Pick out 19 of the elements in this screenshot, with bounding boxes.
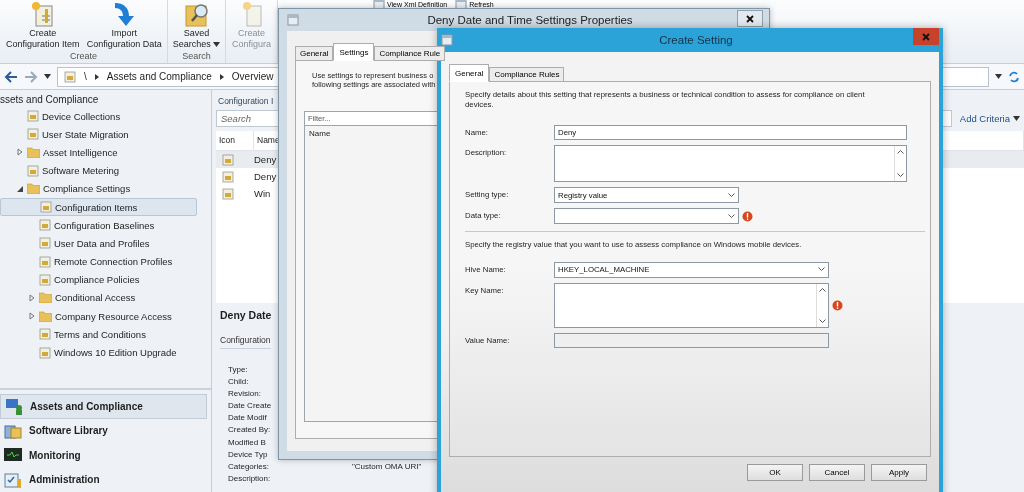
property-label: Description:	[228, 472, 272, 485]
details-title: Deny Date	[220, 309, 272, 321]
dialog-title: Deny Date and Time Settings Properties	[427, 14, 633, 26]
property-label: Child:	[228, 376, 250, 389]
property-label: Date Create	[228, 400, 273, 413]
property-label: Revision:	[228, 388, 262, 401]
property-value: "Custom OMA URI"	[352, 460, 422, 473]
section-title: Configuration	[220, 335, 271, 349]
pane-title: Configuration I	[217, 95, 274, 108]
property-label: Modified B	[228, 436, 267, 449]
property-label: Date Modif	[228, 412, 268, 425]
dialog-title: Create Setting	[659, 34, 733, 46]
group-label: Create	[69, 51, 98, 63]
property-label: Created By:	[228, 424, 272, 437]
property-label: Device Typ	[228, 448, 269, 461]
property-label: Type:	[228, 364, 249, 376]
pane-title: ssets and Compliance	[0, 93, 99, 107]
property-label: Categories:	[228, 460, 270, 473]
group-label: Search	[181, 51, 212, 63]
